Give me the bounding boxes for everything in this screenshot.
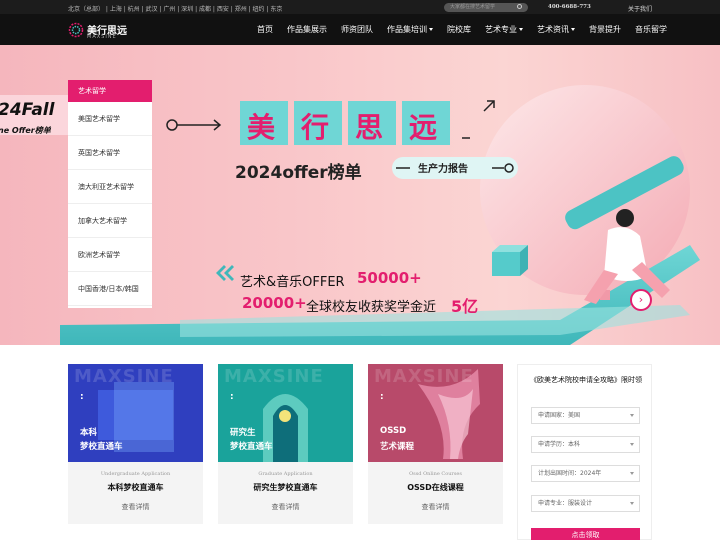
major-select[interactable]: 申请专业：服装设计 (531, 495, 640, 512)
card-line2: 艺术课程 (380, 442, 415, 452)
banner-title-2: 行 (301, 111, 330, 144)
banner-title-3: 思 (355, 111, 384, 144)
program-card-ossd[interactable]: MAXSINE : OSSD 艺术课程 Ossd Online Courses … (368, 364, 503, 524)
brand-name-en: MAXSINE (87, 34, 117, 40)
stat2-amount: 5亿 (451, 297, 479, 316)
card-line1: OSSD (380, 426, 407, 436)
fall-badge: 24Fall (0, 100, 55, 120)
guide-request-form: 《欧美艺术院校申请全攻略》限时领 申请国家：美国 申请学历：本科 计划出国时间：… (517, 364, 652, 540)
about-link[interactable]: 关于我们 (628, 4, 652, 13)
nav-item-music-study[interactable]: 音乐留学 (635, 24, 667, 35)
search-placeholder: 大家都在搜艺术留学 (450, 4, 496, 10)
stat2-value: 20000+ (242, 294, 307, 312)
nav-item-art-majors[interactable]: 艺术专业 (485, 24, 523, 35)
nav-item-art-news[interactable]: 艺术资讯 (537, 24, 575, 35)
card-image: MAXSINE : 研究生 梦校直通车 (218, 364, 353, 462)
departure-time-select[interactable]: 计划出国时间：2024年 (531, 465, 640, 482)
card-watermark: MAXSINE (224, 366, 324, 387)
main-nav: 美行思远 MAXSINE 首页 作品集展示 师资团队 作品集培训 院校库 艺术专… (0, 14, 720, 45)
nav-item-faculty[interactable]: 师资团队 (341, 24, 373, 35)
card-more-link[interactable]: 查看详情 (368, 502, 503, 512)
nav-item-home[interactable]: 首页 (257, 24, 273, 35)
card-image: MAXSINE : OSSD 艺术课程 (368, 364, 503, 462)
menu-item-canada[interactable]: 加拿大艺术留学 (68, 204, 152, 238)
next-slide-button[interactable]: › (630, 289, 652, 311)
program-card-undergrad[interactable]: MAXSINE : 本科 梦校直通车 Undergraduate Applica… (68, 364, 203, 524)
stat1-label: 艺术&音乐OFFER (240, 275, 345, 290)
search-input[interactable]: 大家都在搜艺术留学 (444, 3, 528, 12)
card-colon: : (230, 392, 234, 402)
card-watermark: MAXSINE (374, 366, 474, 387)
card-more-link[interactable]: 查看详情 (218, 502, 353, 512)
nav-item-portfolio-showcase[interactable]: 作品集展示 (287, 24, 327, 35)
nav-menu: 首页 作品集展示 师资团队 作品集培训 院校库 艺术专业 艺术资讯 背景提升 音… (250, 14, 674, 45)
menu-item-uk[interactable]: 英国艺术留学 (68, 136, 152, 170)
city-list[interactable]: 北京（总部） | 上海 | 杭州 | 武汉 | 广州 | 深圳 | 成都 | 西… (68, 4, 282, 13)
card-line2: 梦校直通车 (230, 442, 273, 452)
menu-item-australia[interactable]: 澳大利亚艺术留学 (68, 170, 152, 204)
card-watermark: MAXSINE (74, 366, 174, 387)
program-card-graduate[interactable]: MAXSINE : 研究生 梦校直通车 Graduate Application… (218, 364, 353, 524)
banner-subtitle: 2024offer榜单 (235, 163, 362, 183)
nav-item-school-library[interactable]: 院校库 (447, 24, 471, 35)
fall-badge-sub: ne Offer榜单 (0, 126, 51, 135)
card-en-title: Graduate Application (258, 471, 313, 477)
nav-item-background-boost[interactable]: 背景提升 (589, 24, 621, 35)
study-abroad-menu: 艺术留学 美国艺术留学 英国艺术留学 澳大利亚艺术留学 加拿大艺术留学 欧洲艺术… (68, 80, 152, 308)
card-en-title: Ossd Online Courses (409, 471, 462, 477)
degree-select[interactable]: 申请学历：本科 (531, 436, 640, 453)
form-title: 《欧美艺术院校申请全攻略》限时领 (530, 376, 642, 384)
menu-item-us[interactable]: 美国艺术留学 (68, 102, 152, 136)
nav-item-portfolio-training[interactable]: 作品集培训 (387, 24, 433, 35)
card-title[interactable]: 研究生梦校直通车 (218, 482, 353, 493)
logo-icon[interactable] (68, 22, 84, 38)
phone-number: 400-6688-773 (548, 4, 591, 10)
banner-title-4: 远 (409, 111, 438, 144)
card-image: MAXSINE : 本科 梦校直通车 (68, 364, 203, 462)
menu-header[interactable]: 艺术留学 (68, 80, 152, 102)
stat1-value: 50000+ (357, 269, 422, 287)
country-select[interactable]: 申请国家：美国 (531, 407, 640, 424)
chevron-right-icon: › (638, 293, 644, 306)
card-en-title: Undergraduate Application (100, 471, 171, 477)
card-line2: 梦校直通车 (80, 442, 123, 452)
card-more-link[interactable]: 查看详情 (68, 502, 203, 512)
card-title[interactable]: OSSD在线课程 (368, 482, 503, 493)
menu-item-hk-jp-kr[interactable]: 中国香港/日本/韩国 (68, 272, 152, 306)
menu-item-europe[interactable]: 欧洲艺术留学 (68, 238, 152, 272)
submit-button[interactable]: 点击领取 (531, 528, 640, 540)
card-colon: : (380, 392, 384, 402)
card-line1: 本科 (80, 428, 98, 438)
top-bar: 北京（总部） | 上海 | 杭州 | 武汉 | 广州 | 深圳 | 成都 | 西… (0, 0, 720, 14)
card-colon: : (80, 392, 84, 402)
banner-title-1: 美 (247, 111, 276, 144)
card-title[interactable]: 本科梦校直通车 (68, 482, 203, 493)
stat2-label: 全球校友收获奖学金近 (306, 300, 437, 315)
card-line1: 研究生 (230, 428, 256, 438)
report-tag: 生产力报告 (418, 164, 468, 175)
search-icon[interactable] (517, 4, 522, 9)
